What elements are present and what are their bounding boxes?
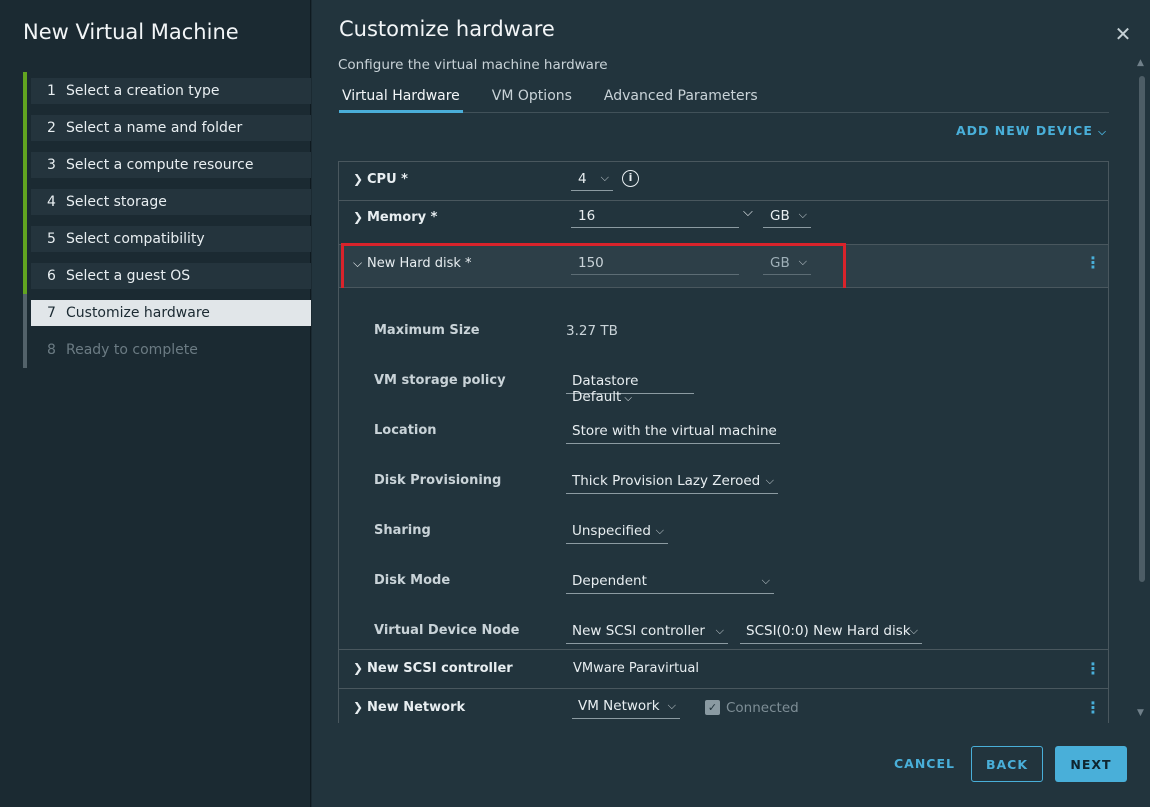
chevron-right-icon: ❯ — [353, 661, 364, 675]
network-row: ❯ New Network VM Network ⌵ ✓ Connected ⋮ — [339, 689, 1108, 723]
chevron-down-icon: ⌵ — [767, 424, 776, 437]
scroll-up-icon[interactable]: ▲ — [1137, 58, 1144, 68]
chevron-right-icon: ❯ — [353, 210, 364, 224]
scsi-controller-value: VMware Paravirtual — [573, 661, 699, 676]
disk-mode-select[interactable]: Dependent ⌵ — [566, 570, 774, 594]
scsi-controller-row: ❯ New SCSI controller VMware Paravirtual … — [339, 650, 1108, 689]
chevron-down-icon: ⌵ — [765, 474, 774, 487]
tab-advanced-parameters[interactable]: Advanced Parameters — [601, 84, 761, 113]
chevron-down-icon: ⌵ — [624, 393, 632, 404]
hardware-list: ❯ CPU * 4 ⌵ i ❯ Memory * 16 ⌵ GB ⌵ ⌵ New Ha… — [338, 161, 1109, 723]
chevron-down-icon: ⌵ — [655, 524, 664, 537]
hard-disk-details: Maximum Size 3.27 TB VM storage policy D… — [339, 288, 1108, 650]
more-options-icon[interactable]: ⋮ — [1085, 659, 1101, 678]
cpu-label[interactable]: ❯ CPU * — [353, 172, 408, 187]
memory-row: ❯ Memory * 16 ⌵ GB ⌵ — [339, 201, 1108, 245]
cpu-select[interactable]: 4 ⌵ — [571, 169, 613, 191]
scsi-controller-label[interactable]: ❯ New SCSI controller — [353, 661, 513, 676]
add-new-device-button[interactable]: ADD NEW DEVICE ⌵ — [956, 123, 1107, 138]
max-size-value: 3.27 TB — [566, 323, 618, 339]
chevron-down-icon: ⌵ — [667, 699, 676, 712]
scroll-down-icon[interactable]: ▼ — [1137, 708, 1144, 718]
step-compute-resource[interactable]: 3 Select a compute resource — [23, 146, 311, 183]
max-size-label: Maximum Size — [374, 323, 480, 338]
memory-label[interactable]: ❯ Memory * — [353, 210, 437, 225]
network-label[interactable]: ❯ New Network — [353, 700, 465, 715]
page-title: Customize hardware — [339, 17, 555, 41]
sharing-label: Sharing — [374, 523, 431, 538]
device-node-slot-select[interactable]: SCSI(0:0) New Hard disk ⌵ — [740, 620, 922, 644]
main-panel: Customize hardware ✕ Configure the virtu… — [312, 0, 1150, 807]
device-node-controller-select[interactable]: New SCSI controller ⌵ — [566, 620, 728, 644]
info-icon[interactable]: i — [622, 170, 639, 187]
disk-mode-label: Disk Mode — [374, 573, 451, 588]
virtual-device-node-label: Virtual Device Node — [374, 623, 520, 638]
chevron-right-icon: ❯ — [353, 700, 364, 714]
memory-unit-select[interactable]: GB ⌵ — [763, 206, 811, 228]
back-button[interactable]: BACK — [971, 746, 1043, 782]
disk-provisioning-label: Disk Provisioning — [374, 473, 502, 488]
wizard-sidebar: New Virtual Machine 1 Select a creation t… — [0, 0, 311, 807]
tab-bar: Virtual Hardware VM Options Advanced Par… — [339, 84, 1109, 113]
cpu-row: ❯ CPU * 4 ⌵ i — [339, 162, 1108, 201]
step-compatibility[interactable]: 5 Select compatibility — [23, 220, 311, 257]
more-options-icon[interactable]: ⋮ — [1085, 698, 1101, 717]
step-customize-hardware[interactable]: 7 Customize hardware — [23, 294, 311, 331]
step-ready-to-complete: 8 Ready to complete — [23, 331, 311, 368]
memory-input[interactable]: 16 — [571, 206, 739, 228]
next-button[interactable]: NEXT — [1055, 746, 1127, 782]
close-icon[interactable]: ✕ — [1113, 24, 1133, 44]
connected-label: Connected — [726, 700, 799, 716]
storage-policy-select[interactable]: Datastore Default ⌵ — [566, 370, 694, 405]
more-options-icon[interactable]: ⋮ — [1085, 253, 1101, 272]
network-select[interactable]: VM Network ⌵ — [572, 695, 680, 719]
cancel-button[interactable]: CANCEL — [894, 756, 955, 771]
chevron-down-icon: ⌵ — [761, 574, 770, 587]
chevron-down-icon: ⌵ — [909, 624, 918, 637]
highlight-box — [341, 243, 846, 291]
location-label: Location — [374, 423, 437, 438]
step-creation-type[interactable]: 1 Select a creation type — [23, 72, 311, 109]
scrollbar[interactable]: ▲ ▼ — [1135, 54, 1149, 718]
step-guest-os[interactable]: 6 Select a guest OS — [23, 257, 311, 294]
sharing-select[interactable]: Unspecified ⌵ — [566, 520, 668, 544]
chevron-down-icon: ⌵ — [1098, 127, 1107, 138]
chevron-down-icon: ⌵ — [798, 208, 807, 221]
location-select[interactable]: Store with the virtual machine ⌵ — [566, 420, 780, 444]
connected-checkbox[interactable]: ✓ — [705, 700, 720, 715]
tab-vm-options[interactable]: VM Options — [489, 84, 575, 113]
disk-provisioning-select[interactable]: Thick Provision Lazy Zeroed ⌵ — [566, 470, 778, 494]
step-name-folder[interactable]: 2 Select a name and folder — [23, 109, 311, 146]
tab-virtual-hardware[interactable]: Virtual Hardware — [339, 84, 463, 113]
chevron-down-icon: ⌵ — [715, 624, 724, 637]
storage-policy-label: VM storage policy — [374, 373, 506, 388]
wizard-title: New Virtual Machine — [23, 20, 239, 44]
step-storage[interactable]: 4 Select storage — [23, 183, 311, 220]
chevron-down-icon: ⌵ — [600, 171, 609, 184]
chevron-down-icon[interactable]: ⌵ — [743, 205, 753, 220]
wizard-steps: 1 Select a creation type 2 Select a name a… — [23, 72, 311, 368]
chevron-right-icon: ❯ — [353, 172, 364, 186]
page-subtitle: Configure the virtual machine hardware — [338, 57, 608, 73]
scrollbar-thumb[interactable] — [1139, 76, 1145, 582]
